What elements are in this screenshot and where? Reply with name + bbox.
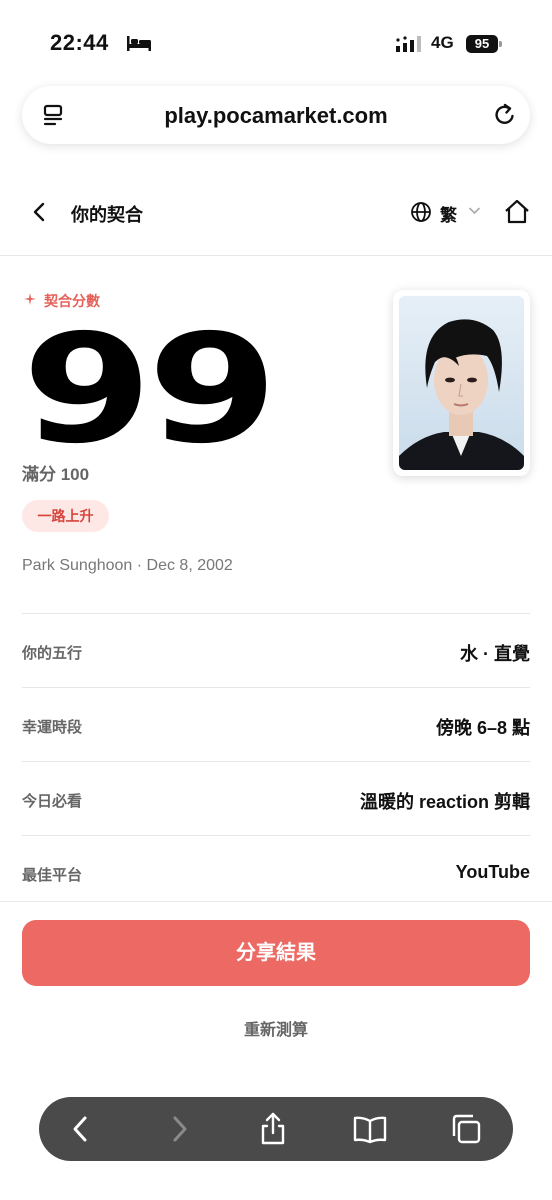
forward-icon[interactable] <box>161 1111 197 1147</box>
home-icon[interactable] <box>504 199 530 225</box>
signal-strength-icon <box>396 36 421 52</box>
detail-value: 水 · 直覺 <box>460 644 530 664</box>
detail-label: 你的五行 <box>22 645 83 662</box>
back-icon[interactable] <box>63 1111 99 1147</box>
tabs-icon[interactable] <box>448 1111 484 1147</box>
status-bar: 22:44 4G 95 <box>0 0 552 80</box>
sleep-focus-icon <box>127 36 151 51</box>
divider <box>0 901 552 902</box>
idol-photo <box>399 296 524 470</box>
fortune-details: 你的五行 水 · 直覺 幸運時段 傍晚 6–8 點 今日必看 溫暖的 react… <box>22 613 530 909</box>
max-score: 滿分 100 <box>22 465 90 484</box>
reload-icon[interactable] <box>492 102 518 128</box>
detail-label: 最佳平台 <box>22 867 83 884</box>
page-title: 你的契合 <box>71 205 143 225</box>
detail-label: 幸運時段 <box>22 719 83 736</box>
detail-value: YouTube <box>455 862 530 882</box>
detail-row-platform: 最佳平台 YouTube <box>22 835 530 909</box>
share-result-button[interactable]: 分享結果 <box>22 920 530 986</box>
url-text[interactable]: play.pocamarket.com <box>22 103 530 129</box>
battery-level: 95 <box>466 35 498 53</box>
battery-tip <box>499 41 502 47</box>
detail-row-must-watch: 今日必看 溫暖的 reaction 剪輯 <box>22 761 530 835</box>
home-button[interactable] <box>504 199 530 225</box>
address-bar[interactable]: play.pocamarket.com <box>22 86 530 144</box>
detail-label: 今日必看 <box>22 793 83 810</box>
detail-row-lucky-time: 幸運時段 傍晚 6–8 點 <box>22 687 530 761</box>
back-chevron-icon[interactable] <box>30 202 48 222</box>
browser-toolbar <box>39 1097 513 1161</box>
battery-indicator: 95 <box>466 35 502 53</box>
detail-value: 溫暖的 reaction 剪輯 <box>359 792 530 812</box>
network-type: 4G <box>431 33 454 52</box>
bookmarks-icon[interactable] <box>352 1111 388 1147</box>
detail-row-element: 你的五行 水 · 直覺 <box>22 613 530 687</box>
status-time: 22:44 <box>50 30 109 55</box>
share-icon[interactable] <box>255 1111 291 1147</box>
chevron-down-icon[interactable] <box>469 207 480 215</box>
recalculate-button[interactable]: 重新測算 <box>0 1016 552 1040</box>
language-selector[interactable]: 繁 <box>440 201 457 226</box>
trend-badge: 一路上升 <box>22 500 109 532</box>
app-header: 你的契合 繁 <box>0 180 552 256</box>
score-value: 99 <box>22 303 278 477</box>
idol-meta: Park Sunghoon · Dec 8, 2002 <box>22 557 233 574</box>
detail-value: 傍晚 6–8 點 <box>435 718 530 738</box>
idol-photo-card <box>393 290 530 476</box>
globe-icon[interactable] <box>410 201 432 223</box>
